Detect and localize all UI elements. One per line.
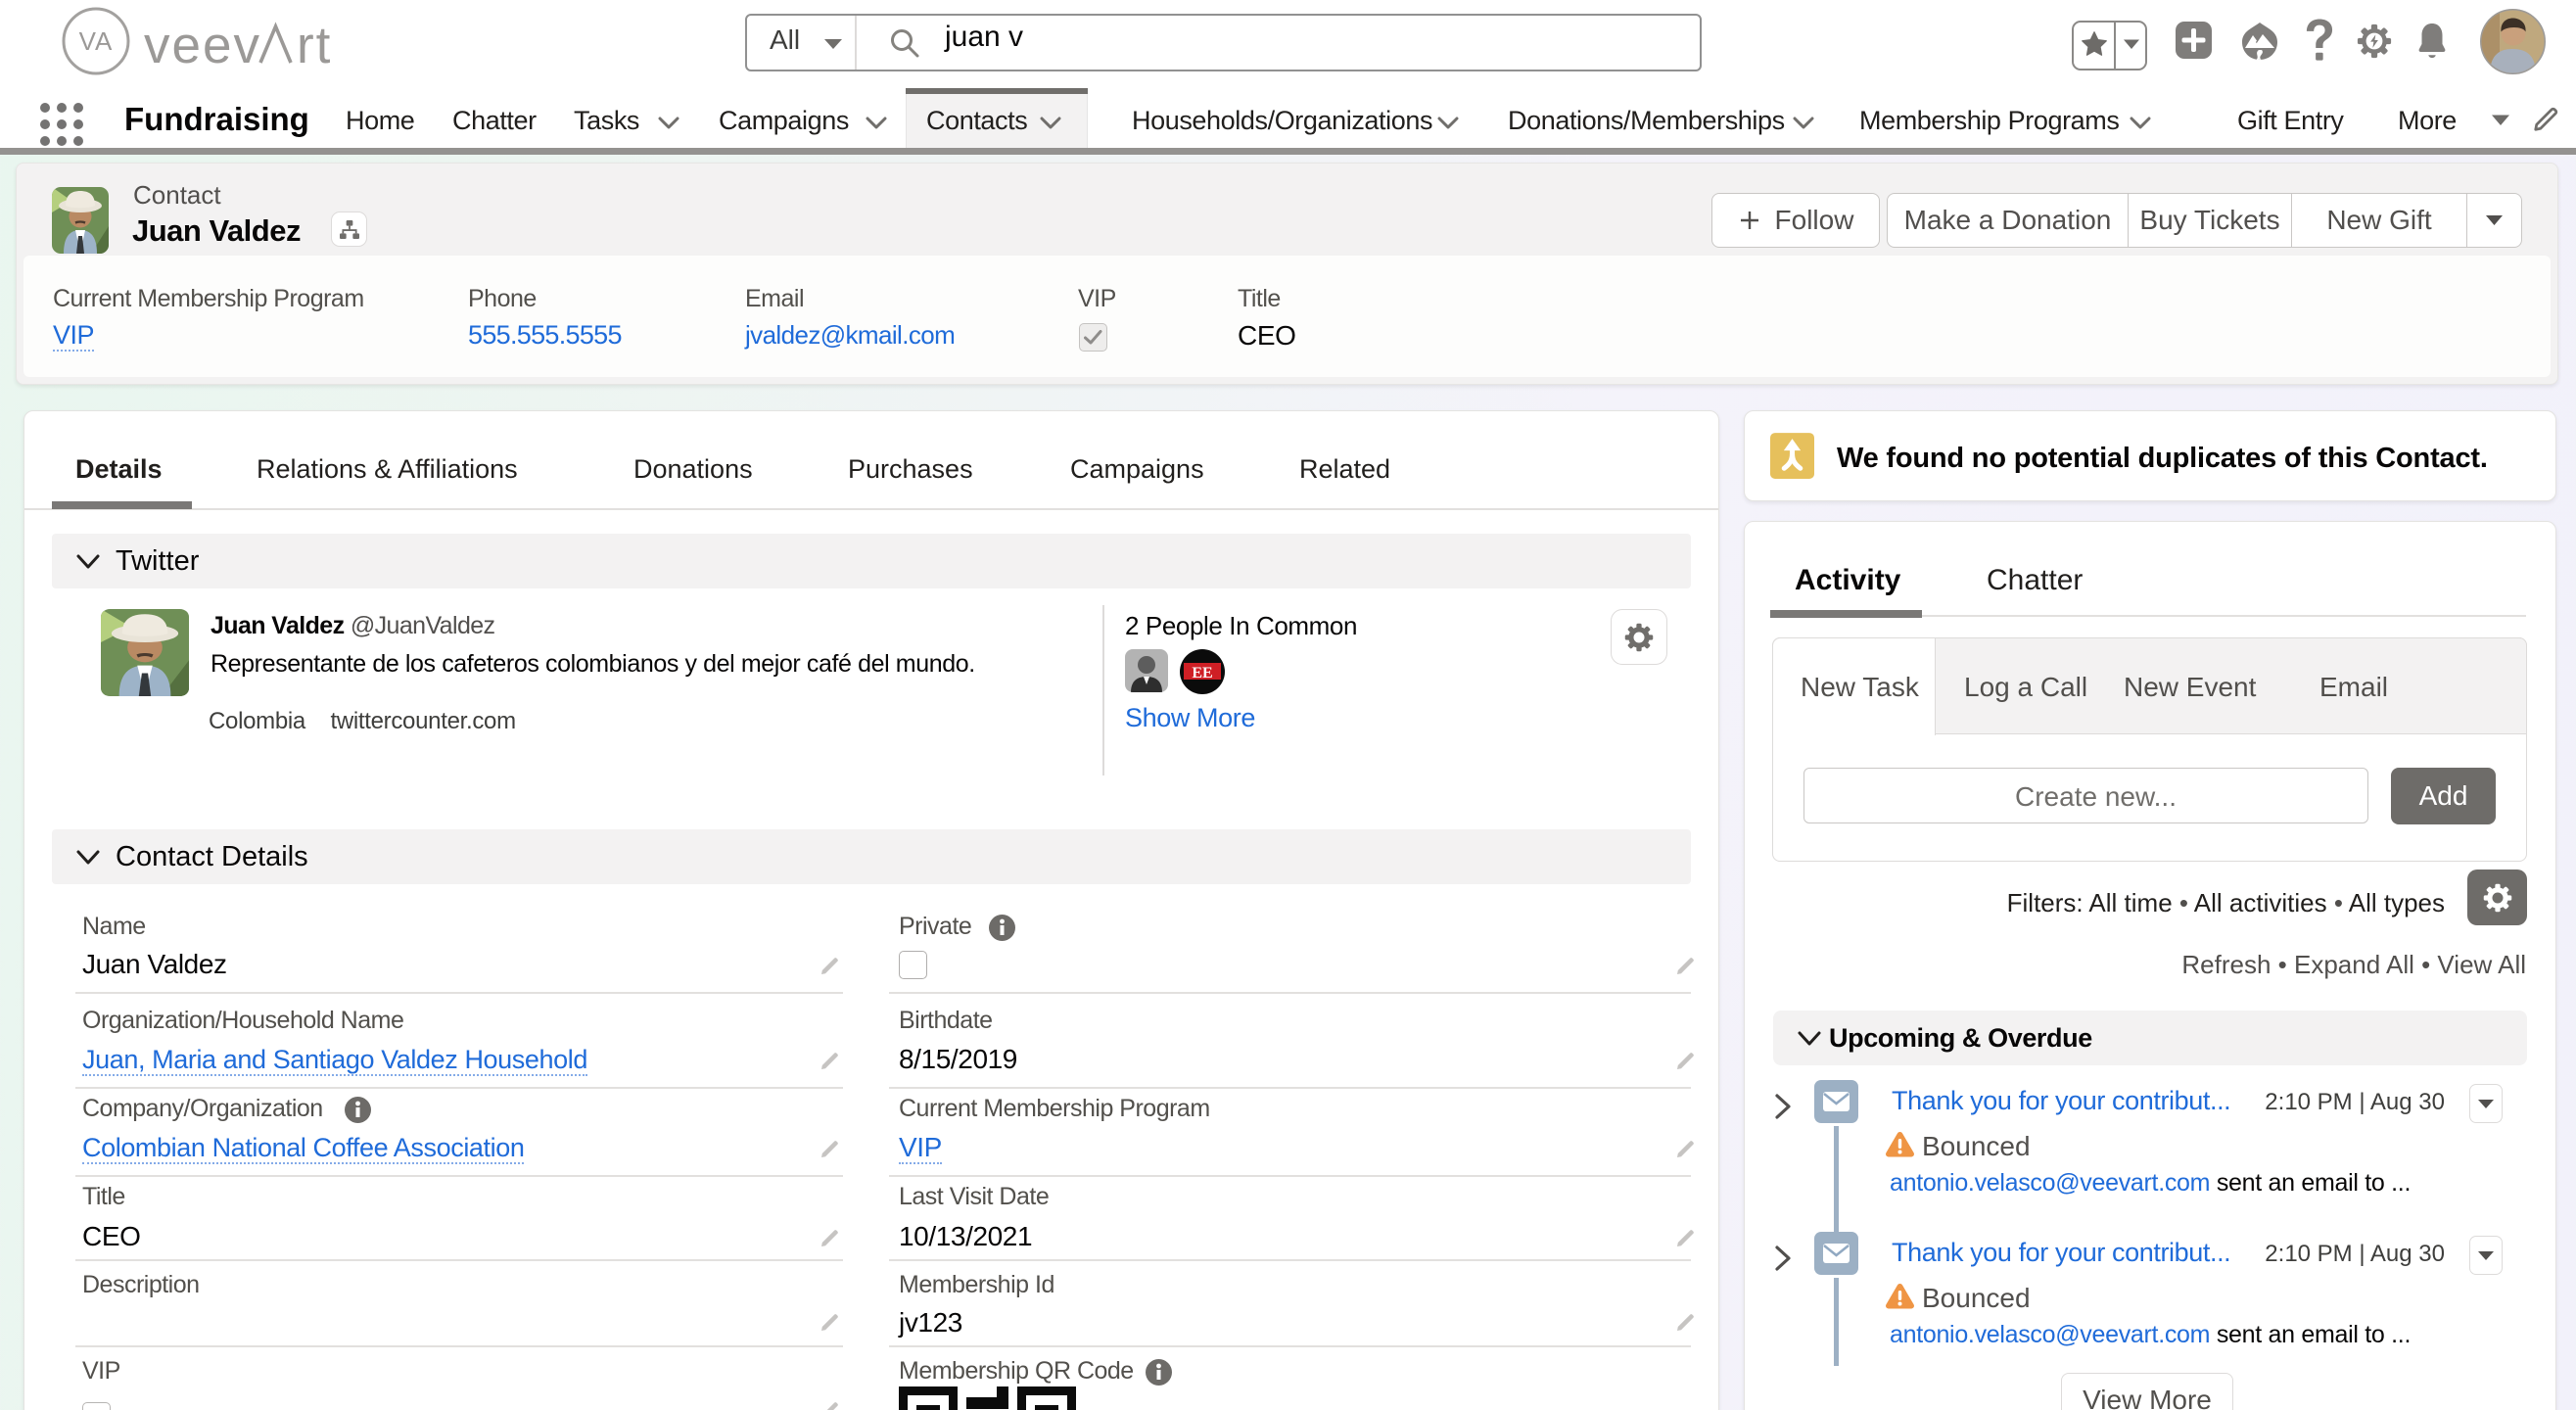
- svg-text:EE: EE: [1192, 665, 1212, 682]
- svg-text:rt: rt: [297, 17, 332, 74]
- svg-text:VA: VA: [79, 26, 114, 56]
- svg-text:veev: veev: [144, 17, 261, 74]
